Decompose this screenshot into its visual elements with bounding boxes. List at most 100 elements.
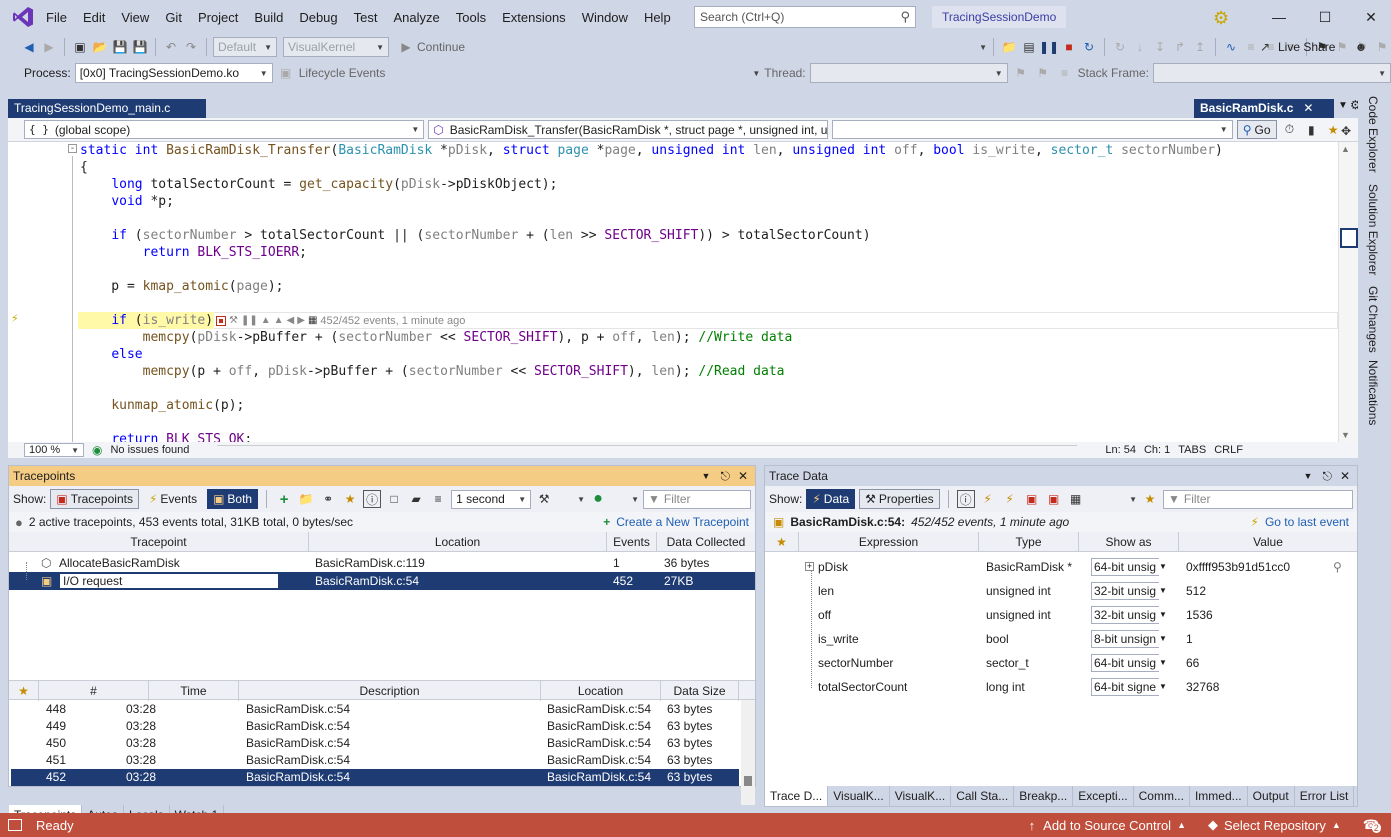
col-number[interactable]: # [39,681,149,701]
menu-extensions[interactable]: Extensions [494,10,574,25]
close-button[interactable]: ✕ [1348,9,1391,26]
menu-help[interactable]: Help [636,10,679,25]
notifications-tab[interactable]: Notifications [1366,360,1380,425]
code-explorer-tab[interactable]: Code Explorer [1366,96,1380,173]
info-icon[interactable]: ⓘ [363,490,382,508]
document-icon[interactable]: □ [385,490,403,508]
select-repository-button[interactable]: Select Repository [1224,818,1326,833]
maximize-button[interactable]: ☐ [1302,9,1348,26]
new-project-icon[interactable]: ▣ [71,38,89,56]
tab-list-icon[interactable]: ▼ [1338,100,1348,111]
show-as-dropdown[interactable]: 64-bit unsig [1091,558,1169,576]
columns-icon[interactable]: ▦ [1067,490,1085,508]
tab-visualkernel-2[interactable]: VisualK... [890,786,952,806]
configuration-dropdown[interactable]: Default ▼ [213,37,277,57]
horizontal-scrollbar[interactable] [217,445,1078,455]
tabs-indicator[interactable]: TABS [1178,444,1206,456]
show-as-dropdown[interactable]: 64-bit unsig [1091,654,1169,672]
magnifier-icon[interactable]: ⚲ [1333,555,1342,579]
variable-row[interactable]: off unsigned int 32-bit unsig ▼ 1536 [765,603,1357,627]
menu-window[interactable]: Window [574,10,636,25]
save-icon[interactable]: 💾 [111,38,129,56]
variable-row[interactable]: totalSectorCount long int 64-bit signe ▼… [765,675,1357,699]
notifications-bell-icon[interactable]: ☎ 2 [1363,817,1381,833]
folder-icon[interactable]: 📁 [297,490,315,508]
live-share-button[interactable]: ↗ Live Share [1256,38,1335,56]
menu-build[interactable]: Build [246,10,291,25]
timer-icon[interactable]: ⏱ [1281,121,1299,139]
menu-edit[interactable]: Edit [75,10,113,25]
prev-bookmark-icon[interactable]: ⚑ [1333,38,1351,56]
event-row[interactable]: 448 03:28 BasicRamDisk.c:54 BasicRamDisk.c:… [9,701,755,718]
close-icon[interactable]: ✕ [735,466,751,486]
col-location[interactable]: Location [309,532,607,552]
tab-exceptions[interactable]: Excepti... [1073,786,1134,806]
tab-output[interactable]: Output [1248,786,1295,806]
prev-event-icon[interactable]: ▲ [274,315,284,326]
show-as-dropdown[interactable]: 32-bit unsig [1091,606,1169,624]
close-tab-icon[interactable]: ✕ [1303,101,1313,115]
step-over-icon[interactable]: ↓ [1131,38,1149,56]
step-into-icon[interactable]: ↧ [1151,38,1169,56]
event-row[interactable]: 451 03:28 BasicRamDisk.c:54 BasicRamDisk.c:… [9,752,755,769]
menu-git[interactable]: Git [157,10,190,25]
col-expression[interactable]: Expression [799,532,979,552]
continue-icon[interactable]: ▶ [397,38,415,56]
break-icon[interactable]: ▤ [1020,38,1038,56]
variable-row[interactable]: sectorNumber sector_t 64-bit unsig ▼ 66 [765,651,1357,675]
filter-events-button[interactable]: ⚡ Events [143,489,203,509]
account-icon[interactable]: ☻ [1352,38,1370,56]
tracepoints-filter-input[interactable]: ▼ Filter [642,489,751,509]
first-event-icon[interactable]: ▲ [261,315,271,326]
show-as-dropdown[interactable]: 64-bit signe [1091,678,1169,696]
panel-menu-icon[interactable]: ▼ [697,466,716,486]
scroll-thumb[interactable] [1340,228,1358,248]
star-icon[interactable]: ★ [341,490,359,508]
editor-vertical-scrollbar[interactable]: ▲ ▼ [1338,142,1358,442]
close-icon[interactable]: ✕ [1337,466,1353,486]
go-button[interactable]: ⚲ Go [1236,120,1277,139]
tab-command[interactable]: Comm... [1134,786,1190,806]
save-all-icon[interactable]: 💾 [131,38,149,56]
menu-debug[interactable]: Debug [291,10,345,25]
star-icon[interactable]: ★ [9,681,39,701]
stop-icon[interactable]: ■ [1060,38,1078,56]
variable-row[interactable]: len unsigned int 32-bit unsig ▼ 512 [765,579,1357,603]
chevron-down-icon[interactable]: ▼ [1125,495,1137,504]
tracepoint-name-editor[interactable]: I/O request [59,573,279,589]
attach-icon[interactable]: 📁 [1000,38,1018,56]
show-properties-button[interactable]: ⚒ Properties [859,489,940,509]
tab-breakpoints[interactable]: Breakp... [1014,786,1074,806]
list-icon[interactable]: ≡ [429,490,447,508]
function-dropdown[interactable]: ⬡ BasicRamDisk_Transfer(BasicRamDisk *, s… [428,120,829,139]
refresh-icon[interactable]: ↻ [1111,38,1129,56]
menu-test[interactable]: Test [346,10,386,25]
restart-icon[interactable]: ↻ [1080,38,1098,56]
trace-data-filter-input[interactable]: ▼ Filter [1163,489,1353,509]
minimize-button[interactable]: — [1256,9,1302,25]
star-icon[interactable]: ★ [1141,490,1159,508]
clear-bookmarks-icon[interactable]: ⚑ [1373,38,1391,56]
tab-immediate[interactable]: Immed... [1190,786,1248,806]
back-icon[interactable]: ◀ [20,38,38,56]
issues-status[interactable]: No issues found [110,444,189,456]
redo-icon[interactable]: ↷ [182,38,200,56]
step-back-icon[interactable]: ↥ [1191,38,1209,56]
star-icon[interactable]: ★ [765,532,799,552]
open-folder-icon[interactable]: 📂 [91,38,109,56]
pause-icon[interactable]: ❚❚ [1039,38,1059,56]
platform-dropdown[interactable]: VisualKernel ▼ [283,37,389,57]
undo-icon[interactable]: ↶ [162,38,180,56]
event-row[interactable]: 450 03:28 BasicRamDisk.c:54 BasicRamDisk.c:… [9,735,755,752]
col-events[interactable]: Events [607,532,657,552]
expand-icon[interactable]: + [805,562,814,571]
interval-dropdown[interactable]: 1 second ▼ [451,489,532,509]
filter-both-button[interactable]: ▣ Both [207,489,259,509]
scroll-thumb[interactable] [744,776,752,786]
export-icon[interactable]: ▣ [1023,490,1041,508]
col-data-size[interactable]: Data Size [661,681,739,701]
add-to-source-control-button[interactable]: Add to Source Control [1043,818,1171,833]
link-icon[interactable]: ⚭ [319,490,337,508]
add-icon[interactable]: + [275,490,293,508]
table-icon[interactable]: ▦ [308,315,317,326]
